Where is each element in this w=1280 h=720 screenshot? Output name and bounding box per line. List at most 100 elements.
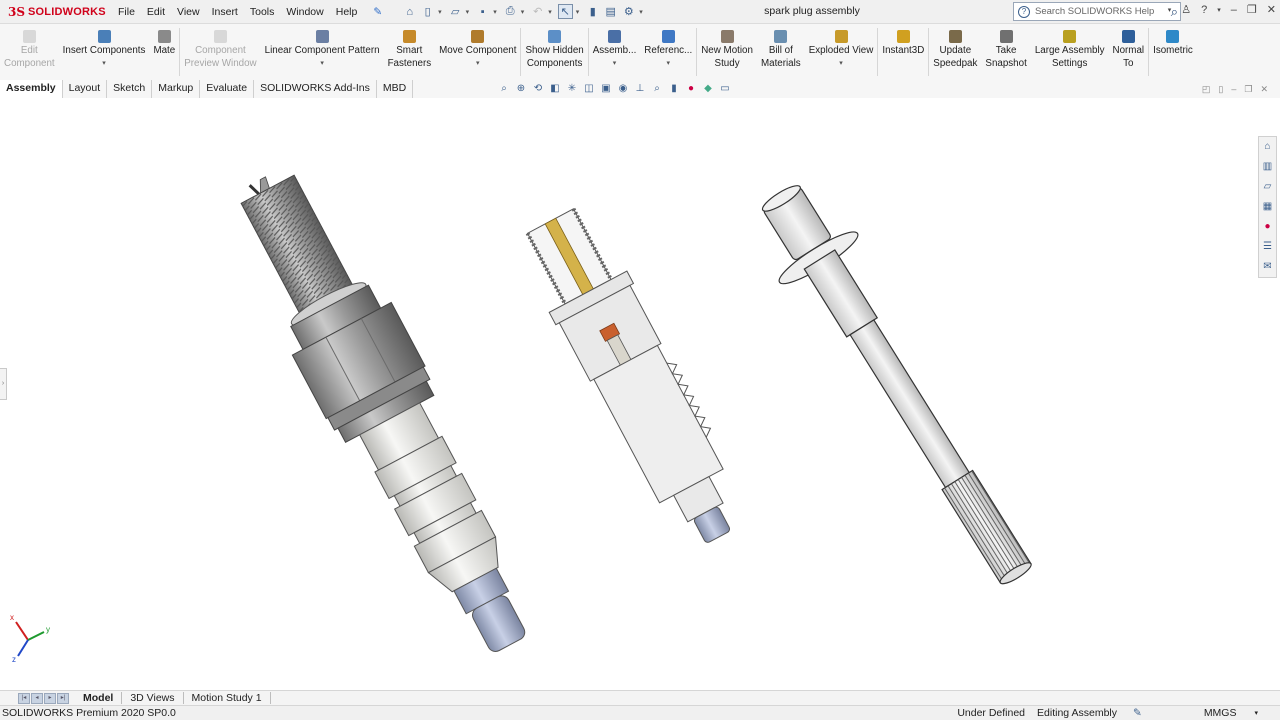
tab-model[interactable]: Model xyxy=(75,692,123,704)
options-dropdown-icon[interactable]: ▾ xyxy=(639,8,643,16)
first-tab-icon[interactable]: |◂ xyxy=(18,692,30,704)
realview-icon[interactable]: ◆ xyxy=(702,83,714,94)
search-box[interactable]: ? Search SOLIDWORKS Help ⌕ xyxy=(1013,2,1181,21)
viewport-minimize-icon[interactable]: – xyxy=(1231,84,1236,95)
monitor-icon[interactable]: ▭ xyxy=(719,83,731,94)
solidworks-logo[interactable]: 3S SOLIDWORKS xyxy=(0,5,112,19)
ribbon-button-linear-pattern[interactable]: Linear Component Pattern ▾ xyxy=(261,24,384,68)
save-dropdown-icon[interactable]: ▾ xyxy=(493,8,497,16)
close-icon[interactable]: ✕ xyxy=(1267,3,1276,16)
file-explorer-icon[interactable]: ▱ xyxy=(1264,179,1272,195)
next-tab-icon[interactable]: ▸ xyxy=(44,692,56,704)
feature-manager-toggle[interactable]: › xyxy=(0,368,7,400)
ribbon-dropdown-caret-icon[interactable]: ▾ xyxy=(667,60,671,68)
ribbon-button-assembly-features[interactable]: Assemb... ▾ xyxy=(589,24,641,68)
ribbon-button-edit-component[interactable]: Edit Component xyxy=(0,24,59,70)
search-input[interactable]: Search SOLIDWORKS Help xyxy=(1035,6,1171,17)
restore-icon[interactable]: ❐ xyxy=(1247,3,1257,16)
ribbon-button-preview-window[interactable]: Component Preview Window xyxy=(180,24,260,70)
viewport-tile-icon[interactable]: ▯ xyxy=(1218,84,1223,95)
view-settings-icon[interactable]: ▮ xyxy=(668,83,680,94)
ribbon-button-exploded-view[interactable]: Exploded View ▾ xyxy=(805,24,878,68)
edit-appearance-icon[interactable]: ⊥ xyxy=(634,83,646,94)
model-render[interactable]: x y z xyxy=(0,98,1280,690)
options-gear-icon[interactable]: ⚙ xyxy=(621,4,636,19)
apply-scene-icon[interactable]: ⌕ xyxy=(651,83,663,94)
ribbon-button-isometric[interactable]: Isometric xyxy=(1149,24,1197,58)
electrode-rod-model[interactable] xyxy=(739,169,1057,602)
open-dropdown-icon[interactable]: ▾ xyxy=(466,8,470,16)
tab-evaluate[interactable]: Evaluate xyxy=(200,80,255,98)
home-icon[interactable]: ⌂ xyxy=(402,4,417,19)
tab-mbd[interactable]: MBD xyxy=(377,80,414,98)
tab-solidworks-add-ins[interactable]: SOLIDWORKS Add-Ins xyxy=(254,80,377,98)
viewport-close-icon[interactable]: ✕ xyxy=(1260,84,1268,95)
pin-menu-icon[interactable]: ✎ xyxy=(367,6,388,18)
rebuild-icon[interactable]: ▮ xyxy=(585,4,600,19)
tab-markup[interactable]: Markup xyxy=(152,80,201,98)
menu-window[interactable]: Window xyxy=(280,6,329,18)
new-document-icon[interactable]: ▯ xyxy=(420,4,435,19)
minimize-icon[interactable]: – xyxy=(1231,4,1237,16)
menu-file[interactable]: File xyxy=(112,6,141,18)
new-dropdown-icon[interactable]: ▾ xyxy=(438,8,442,16)
ribbon-button-mate[interactable]: Mate xyxy=(149,24,179,58)
print-icon[interactable]: ⎙ xyxy=(503,4,518,19)
display-style-icon[interactable]: ▣ xyxy=(600,83,612,94)
viewport-split-icon[interactable]: ◰ xyxy=(1202,84,1211,95)
search-dropdown-icon[interactable]: ▾ xyxy=(1168,6,1172,14)
menu-view[interactable]: View xyxy=(171,6,206,18)
tab-3d-views[interactable]: 3D Views xyxy=(122,692,184,704)
file-properties-icon[interactable]: ▤ xyxy=(603,4,618,19)
print-dropdown-icon[interactable]: ▾ xyxy=(521,8,525,16)
open-icon[interactable]: ▱ xyxy=(448,4,463,19)
ribbon-button-motion-study[interactable]: New Motion Study xyxy=(697,24,757,70)
tab-layout[interactable]: Layout xyxy=(63,80,108,98)
unit-system[interactable]: MMGS xyxy=(1204,707,1237,719)
ribbon-button-reference-geometry[interactable]: Referenc... ▾ xyxy=(640,24,696,68)
design-library-icon[interactable]: ▥ xyxy=(1263,159,1272,175)
menu-tools[interactable]: Tools xyxy=(244,6,281,18)
view-orientation-icon[interactable]: ◫ xyxy=(583,83,595,94)
spark-plug-section-model[interactable] xyxy=(512,200,758,557)
menu-help[interactable]: Help xyxy=(330,6,364,18)
section-view-icon[interactable]: ◧ xyxy=(549,83,561,94)
undo-dropdown-icon[interactable]: ▾ xyxy=(548,8,552,16)
zoom-to-fit-icon[interactable]: ⌕ xyxy=(498,83,510,94)
tab-assembly[interactable]: Assembly xyxy=(0,80,63,98)
ribbon-button-snapshot[interactable]: Take Snapshot xyxy=(981,24,1030,70)
undo-icon[interactable]: ↶ xyxy=(530,4,545,19)
ribbon-dropdown-caret-icon[interactable]: ▾ xyxy=(476,60,480,68)
ribbon-button-show-hidden[interactable]: Show Hidden Components xyxy=(521,24,587,70)
save-icon[interactable]: ▪ xyxy=(475,4,490,19)
ribbon-dropdown-caret-icon[interactable]: ▾ xyxy=(102,60,106,68)
appearance-sphere-icon[interactable]: ● xyxy=(685,83,697,94)
ribbon-button-bom[interactable]: Bill of Materials xyxy=(757,24,805,70)
spark-plug-model[interactable] xyxy=(213,152,560,671)
menu-edit[interactable]: Edit xyxy=(141,6,171,18)
select-dropdown-icon[interactable]: ▾ xyxy=(576,8,580,16)
ribbon-button-instant3d[interactable]: Instant3D xyxy=(878,24,928,58)
user-icon[interactable]: ♙ xyxy=(1181,3,1191,16)
forum-icon[interactable]: ✉ xyxy=(1263,259,1271,275)
tab-motion-study-1[interactable]: Motion Study 1 xyxy=(184,692,271,704)
solidworks-resources-icon[interactable]: ⌂ xyxy=(1264,139,1270,155)
hide-show-items-icon[interactable]: ◉ xyxy=(617,83,629,94)
view-palette-icon[interactable]: ▦ xyxy=(1263,199,1272,215)
graphics-viewport[interactable]: x y z xyxy=(0,98,1280,690)
ribbon-button-smart-fasteners[interactable]: Smart Fasteners xyxy=(384,24,436,70)
dynamic-annotation-icon[interactable]: ✳ xyxy=(566,83,578,94)
units-dropdown-icon[interactable]: ▾ xyxy=(1254,709,1258,717)
ribbon-button-speedpak[interactable]: Update Speedpak xyxy=(929,24,981,70)
custom-properties-icon[interactable]: ☰ xyxy=(1263,239,1272,255)
rebuild-status-icon[interactable]: ✎ xyxy=(1133,707,1142,719)
select-pointer-icon[interactable]: ↖ xyxy=(557,4,573,19)
viewport-restore-icon[interactable]: ❐ xyxy=(1244,84,1252,95)
help-icon[interactable]: ? xyxy=(1201,4,1207,16)
appearances-icon[interactable]: ● xyxy=(1264,219,1270,235)
ribbon-dropdown-caret-icon[interactable]: ▾ xyxy=(320,60,324,68)
ribbon-button-insert-components[interactable]: Insert Components ▾ xyxy=(59,24,150,68)
ribbon-dropdown-caret-icon[interactable]: ▾ xyxy=(839,60,843,68)
help-dropdown-icon[interactable]: ▾ xyxy=(1217,6,1221,14)
ribbon-button-move-component[interactable]: Move Component ▾ xyxy=(435,24,520,68)
